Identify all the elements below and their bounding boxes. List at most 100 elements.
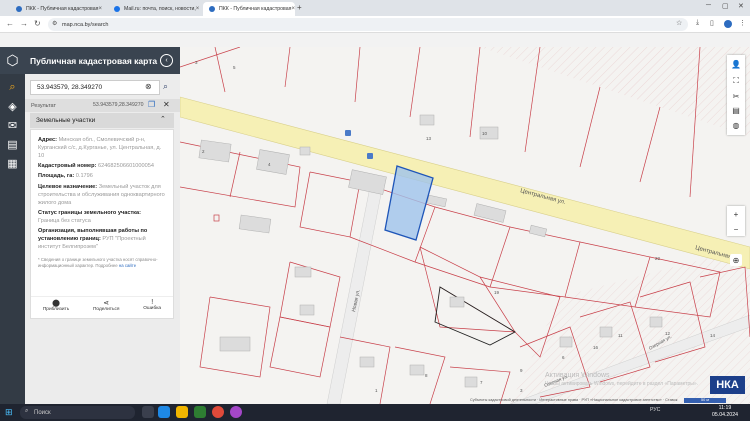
clear-search-icon[interactable]: ⊗ bbox=[145, 82, 152, 91]
cadastral-value: 624682506601000054 bbox=[97, 163, 154, 170]
forward-icon[interactable]: → bbox=[20, 19, 28, 28]
news-icon[interactable]: ▤ bbox=[5, 137, 20, 151]
tab-mail[interactable]: Mail.ru: почта, поиск, новости, × bbox=[108, 2, 203, 16]
profile-avatar[interactable] bbox=[724, 20, 732, 28]
ruler-icon[interactable]: ✂ bbox=[730, 90, 742, 102]
address-bar[interactable]: map.nca.by/search bbox=[48, 18, 688, 31]
taskbar-clock[interactable]: 11:19 05.04.2024 bbox=[712, 405, 738, 418]
chrome-icon[interactable] bbox=[212, 406, 224, 418]
zoom-in-icon[interactable]: + bbox=[730, 208, 742, 220]
copy-icon[interactable]: ❐ bbox=[148, 100, 155, 109]
favicon-icon bbox=[16, 6, 22, 12]
pin-icon: ⬤ bbox=[52, 300, 60, 307]
collapse-panel-button[interactable]: ‹ bbox=[160, 54, 173, 67]
boundary-label: Статус границы земельного участка: bbox=[38, 209, 141, 216]
taskbar-search-label: Поиск bbox=[34, 409, 51, 416]
close-tab-icon[interactable]: × bbox=[98, 6, 102, 12]
house-number: 14 bbox=[710, 333, 716, 338]
windows-start-icon[interactable]: ⊞ bbox=[5, 407, 13, 418]
globe-icon[interactable]: ◍ bbox=[730, 119, 742, 131]
sidepanel-icon[interactable]: ▯ bbox=[710, 19, 714, 27]
report-error-button[interactable]: ! Ошибка bbox=[143, 297, 161, 318]
close-tab-icon[interactable]: × bbox=[196, 6, 200, 12]
result-coords: 53.943579,28.349270 bbox=[93, 102, 144, 108]
tab-label: ПКК - Публичная кадастровая bbox=[219, 6, 292, 12]
new-tab-icon[interactable]: + bbox=[297, 3, 302, 12]
search-icon[interactable]: ⌕ bbox=[5, 80, 20, 94]
search-submit-icon[interactable]: ⌕ bbox=[163, 81, 168, 92]
error-icon: ! bbox=[151, 299, 154, 306]
user-icon[interactable]: 👤 bbox=[730, 58, 742, 70]
parcel-info-card: Адрес: Минская обл., Смолевичский р-н, К… bbox=[30, 129, 174, 319]
boundary-value: Граница без статуса bbox=[38, 217, 91, 224]
house-number: 22 bbox=[655, 256, 661, 261]
note-link[interactable]: на сайте bbox=[119, 263, 136, 268]
taskbar-search[interactable]: Поиск bbox=[20, 406, 135, 419]
explorer-icon[interactable] bbox=[176, 406, 188, 418]
tab-label: ПКК - Публичная кадастровая bbox=[26, 6, 99, 12]
app-icon[interactable] bbox=[230, 406, 242, 418]
store-icon[interactable] bbox=[194, 406, 206, 418]
chevron-up-icon[interactable]: ⌃ bbox=[160, 115, 166, 123]
search-input[interactable]: 53.943579, 28.349270 bbox=[30, 80, 160, 95]
section-title: Земельные участки bbox=[36, 117, 96, 124]
cadastral-map[interactable]: Центральная ул. Центральная ул. Новая ул… bbox=[180, 47, 750, 404]
house-number: 11 bbox=[618, 333, 623, 338]
area-label: Площадь, га: bbox=[38, 173, 75, 180]
system-tray[interactable]: РУС bbox=[650, 407, 660, 413]
share-button[interactable]: ⋖ Поделиться bbox=[93, 297, 120, 318]
zoom-out-icon[interactable]: − bbox=[730, 223, 742, 235]
tab-pkk-1[interactable]: ПКК - Публичная кадастровая × bbox=[10, 2, 105, 16]
cadastral-label: Кадастровый номер: bbox=[38, 163, 97, 170]
map-attribution: Субъекты кадастровой деятельности · Инте… bbox=[470, 398, 678, 402]
scale-bar: 50 м bbox=[684, 398, 726, 403]
share-icon: ⋖ bbox=[103, 300, 110, 307]
house-number: 10 bbox=[482, 131, 488, 136]
download-icon[interactable]: ⤓ bbox=[696, 19, 699, 27]
card-actions: ⬤ Приблизить ⋖ Поделиться ! Ошибка bbox=[31, 296, 173, 318]
share-label: Поделиться bbox=[92, 307, 120, 312]
section-land-plots[interactable]: Земельные участки bbox=[30, 113, 174, 128]
task-view-icon[interactable] bbox=[142, 406, 154, 418]
minimize-icon[interactable]: ─ bbox=[706, 2, 711, 9]
nka-logo: НКА bbox=[710, 376, 745, 394]
purpose-label: Целевое назначение: bbox=[38, 183, 98, 190]
map-canvas[interactable]: Центральная ул. Центральная ул. Новая ул… bbox=[180, 47, 750, 404]
menu-dots-icon[interactable]: ⋮ bbox=[739, 19, 746, 27]
maximize-icon[interactable]: ▢ bbox=[722, 2, 729, 10]
bus-stop-icon bbox=[345, 130, 351, 136]
app-logo-icon[interactable]: ⬡ bbox=[0, 47, 25, 74]
result-label: Результат bbox=[31, 102, 57, 109]
document-icon[interactable]: ▦ bbox=[5, 156, 20, 170]
house-number: 12 bbox=[665, 331, 671, 336]
taskbar-search-icon: ⌕ bbox=[25, 408, 29, 414]
tab-pkk-active[interactable]: ПКК - Публичная кадастровая × bbox=[203, 2, 295, 16]
zoom-to-label: Приблизить bbox=[42, 307, 70, 312]
search-input-value: 53.943579, 28.349270 bbox=[37, 84, 103, 91]
print-icon[interactable]: ▤ bbox=[730, 104, 742, 116]
edge-icon[interactable] bbox=[158, 406, 170, 418]
favicon-icon bbox=[209, 6, 215, 12]
zoom-to-button[interactable]: ⬤ Приблизить bbox=[43, 297, 69, 318]
mail-icon[interactable]: ✉ bbox=[5, 118, 20, 132]
back-icon[interactable]: ← bbox=[6, 19, 14, 28]
error-label: Ошибка bbox=[143, 306, 162, 311]
address-label: Адрес: bbox=[38, 137, 58, 143]
window-close-icon[interactable]: ✕ bbox=[738, 2, 744, 10]
area-value: 0.1796 bbox=[75, 173, 93, 180]
house-number: 13 bbox=[426, 136, 432, 141]
fullscreen-icon[interactable]: ⛶ bbox=[730, 75, 742, 87]
windows-watermark-text: Чтобы активировать Windows, перейдите в … bbox=[545, 381, 699, 387]
house-number: 16 bbox=[593, 345, 599, 350]
bookmark-star-icon[interactable]: ☆ bbox=[676, 19, 682, 27]
clock-date: 05.04.2024 bbox=[712, 411, 738, 418]
locate-icon[interactable]: ⊕ bbox=[730, 254, 742, 266]
site-info-icon[interactable]: ⚙ bbox=[52, 20, 57, 27]
url-text: map.nca.by/search bbox=[62, 21, 109, 28]
note-text: * Сведения о границе земельного участка … bbox=[38, 257, 158, 269]
close-result-icon[interactable]: ✕ bbox=[163, 100, 170, 109]
close-tab-icon[interactable]: × bbox=[291, 6, 295, 12]
reload-icon[interactable]: ↻ bbox=[34, 19, 41, 28]
tray-lang: РУС bbox=[650, 407, 661, 413]
layers-icon[interactable]: ◈ bbox=[5, 99, 20, 113]
